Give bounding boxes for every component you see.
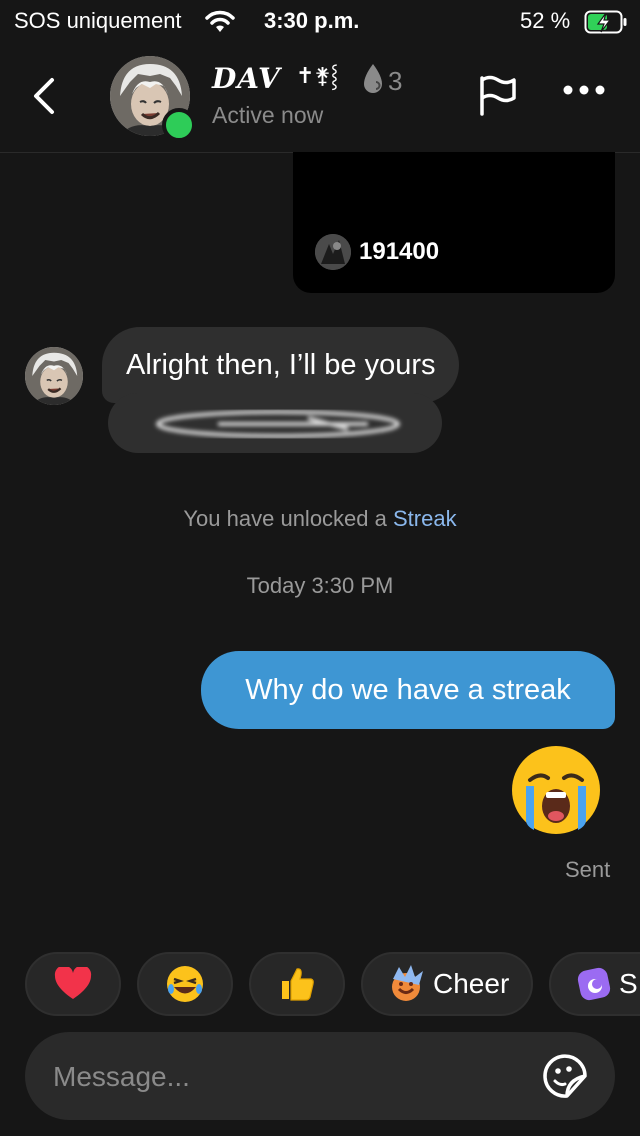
sender-avatar-illustration [25,347,83,405]
message-status: Sent [565,857,611,882]
thumbs-up-icon [282,968,314,1001]
status-bar: SOS uniquement 3:30 p.m. 52 % [0,0,640,44]
contact-name-symbols: ✝︎⚵⸾ [296,64,339,89]
back-arrow-icon[interactable] [28,76,62,116]
cheer-label: Cheer [433,968,510,999]
post-view-count: 191400 [359,238,440,265]
incoming-message-bubble[interactable]: Alright then, I’ll be yours [102,327,460,403]
streak-unlocked-notice: You have unlocked a Streak [0,506,640,532]
reaction-thumbs-up-button[interactable] [249,952,345,1016]
wifi-icon [205,10,235,32]
presence-status: Active now [212,102,324,128]
battery-percent: 52 % [520,8,571,33]
reaction-heart-button[interactable] [25,952,121,1016]
post-author-avatar [315,234,351,270]
message-input[interactable] [51,1032,525,1122]
streak-flame-icon [364,64,382,93]
battery-charging-icon [584,10,627,34]
sender-avatar[interactable] [25,347,83,405]
status-time: 3:30 p.m. [264,8,360,33]
message-timestamp: Today 3:30 PM [246,573,394,598]
streak-link[interactable]: Streak [393,506,457,531]
chat-header: DAV ✝︎⚵⸾ 3 Active now [0,44,640,153]
streak-count: 3 [388,66,403,96]
carrier-label: SOS uniquement [14,8,182,33]
message-composer [25,1032,615,1122]
blurred-message-bubble[interactable] [108,393,442,453]
outgoing-message-bubble[interactable]: Why do we have a streak [201,651,615,729]
more-options-icon[interactable] [562,84,606,96]
sticker-icon[interactable] [541,1052,589,1100]
report-flag-icon[interactable] [474,72,518,116]
blurred-content [156,410,400,438]
reaction-cheer-button[interactable]: Cheer [361,952,533,1016]
reaction-sticker-button[interactable]: S [549,952,640,1016]
sticker-chip-label: S [619,968,638,999]
streak-notice-text: You have unlocked a [183,506,393,531]
sticker-app-icon [577,967,611,1001]
shared-video-card[interactable]: 191400 [293,152,615,293]
online-indicator [162,108,196,142]
loudly-crying-face-icon[interactable] [508,742,604,838]
contact-name[interactable]: DAV [212,62,281,95]
heart-icon [54,967,92,999]
cheer-icon [392,965,423,1001]
laughing-face-icon [167,966,203,1002]
reaction-laugh-button[interactable] [137,952,233,1016]
